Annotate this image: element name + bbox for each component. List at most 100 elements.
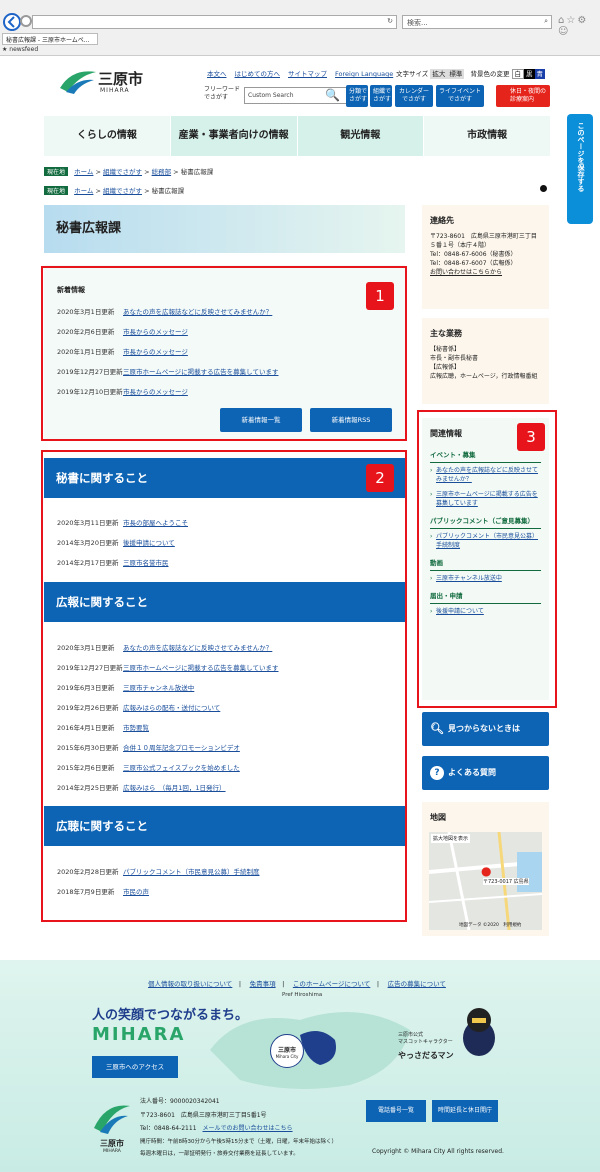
bg-blue-button[interactable]: 青	[534, 69, 546, 79]
city-label: 三原市	[277, 1047, 296, 1054]
item-link[interactable]: 市長の部屋へようこそ	[123, 519, 188, 527]
item-link[interactable]: あなたの声を広報誌などに反映させてみませんか？	[123, 644, 272, 652]
list-item: 2014年2月25日更新 広報みはら （毎月1回，1日発行）	[57, 782, 226, 792]
browser-tab[interactable]: 秘書広報課 - 三原市ホームペ...	[2, 33, 98, 45]
refresh-icon[interactable]: ↻	[387, 17, 393, 25]
breadcrumb-alt-org[interactable]: 組織でさがす	[103, 187, 142, 195]
link-beginner[interactable]: はじめての方へ	[235, 70, 281, 78]
news-list-button[interactable]: 新着情報一覧	[220, 408, 302, 432]
breadcrumb-home[interactable]: ホーム	[74, 168, 93, 176]
item-link[interactable]: 市民の声	[123, 888, 149, 896]
breadcrumb-alt-label: 現在地	[44, 186, 69, 195]
not-found-button[interactable]: 🔍︎ 見つからないときは	[422, 712, 549, 746]
item-link[interactable]: 三原市チャンネル放送中	[123, 684, 194, 692]
item-link[interactable]: 広報みはら （毎月1回，1日発行）	[123, 784, 226, 792]
item-date: 2016年4月1日更新	[57, 724, 115, 732]
link-skip[interactable]: 本文へ	[207, 70, 227, 78]
text-size-control: 文字サイズ 拡大 標準 背景色の変更 白黒青	[396, 68, 546, 79]
corp-number: 法人番号：9000020342041	[140, 1098, 220, 1105]
breadcrumb-org[interactable]: 組織でさがす	[103, 168, 142, 176]
logo-text[interactable]: 三原市	[98, 68, 143, 89]
item-link[interactable]: 三原市ホームページに掲載する広告を募集しています	[123, 664, 278, 672]
item-link[interactable]: 合併１０周年記念プロモーションビデオ	[123, 744, 240, 752]
link-foreign[interactable]: Foreign Language	[335, 70, 393, 78]
footer-link-privacy[interactable]: 個人情報の取り扱いについて	[148, 980, 232, 988]
back-icon[interactable]	[3, 13, 21, 31]
map-enlarge[interactable]: 拡大地図を表示	[431, 834, 471, 843]
list-item: 2015年6月30日更新 合併１０周年記念プロモーションビデオ	[57, 742, 240, 752]
duties-line: 【秘書係】	[430, 346, 461, 353]
bg-black-button[interactable]: 黒	[524, 69, 535, 79]
hiroshima-map: Pref Hiroshima 三原市 Mihara City	[200, 990, 420, 1100]
footer-hours2: 毎週木曜日は，一部証明発行・旅券交付業務を延長しています。	[140, 1151, 299, 1157]
favorites-bar[interactable]: ★ newsfeed	[2, 46, 38, 53]
close-icon[interactable]	[540, 185, 547, 192]
item-link[interactable]: 広報みはらの配布・送付について	[123, 704, 220, 712]
breadcrumb-dept[interactable]: 総務部	[152, 168, 172, 176]
extended-hours-button[interactable]: 時間延長と休日開庁	[432, 1100, 498, 1122]
org-search-button[interactable]: 組織で さがす	[370, 85, 392, 107]
life-event-button[interactable]: ライフイベント でさがす	[436, 85, 484, 107]
footer-link-ads[interactable]: 広告の募集について	[388, 980, 446, 988]
link-sitemap[interactable]: サイトマップ	[288, 70, 327, 78]
text-size-label: 文字サイズ	[396, 70, 429, 78]
footer-mail-link[interactable]: メールでのお問い合わせはこちら	[203, 1125, 293, 1132]
footer-hours: 開庁時間：午前8時30分から午後5時15分まで（土曜，日曜，年末年始は除く）	[140, 1139, 337, 1145]
nav-living[interactable]: くらしの情報	[44, 116, 171, 156]
news-link[interactable]: 三原市ホームページに掲載する広告を募集しています	[123, 368, 278, 376]
clinic-button[interactable]: 休日・夜間の 診療案内	[496, 85, 550, 107]
marker-2: 2	[366, 464, 394, 492]
item-link[interactable]: 市勢要覧	[123, 724, 149, 732]
save-page-tab[interactable]: このページを保存する	[567, 114, 593, 224]
list-item: 2014年2月17日更新 三原市名誉市民	[57, 557, 169, 567]
list-item: 2016年4月1日更新 市勢要覧	[57, 722, 149, 732]
news-link[interactable]: あなたの声を広報誌などに反映させてみませんか？	[123, 308, 272, 316]
news-link[interactable]: 市長からのメッセージ	[123, 348, 188, 356]
size-std-button[interactable]: 標準	[447, 69, 465, 79]
faq-button[interactable]: ? よくある質問	[422, 756, 549, 790]
contact-link[interactable]: お問い合わせはこちらから	[422, 268, 549, 277]
forward-icon[interactable]	[20, 15, 32, 27]
news-heading: 新着情報	[57, 286, 85, 294]
favorite-item[interactable]: newsfeed	[9, 46, 38, 53]
item-link[interactable]: 三原市公式フェイスブックを始めました	[123, 764, 240, 772]
phone-list-button[interactable]: 電話番号一覧	[366, 1100, 426, 1122]
browser-chrome: ↻ 検索... ⌕ ⌂☆⚙☺ 秘書広報課 - 三原市ホームペ... ★ newsf…	[0, 0, 600, 56]
list-item: 2018年7月9日更新 市民の声	[57, 886, 149, 896]
news-rss-button[interactable]: 新着情報RSS	[310, 408, 392, 432]
footer-link-disclaimer[interactable]: 免責事項	[250, 980, 276, 988]
nav-government[interactable]: 市政情報	[424, 116, 550, 156]
calendar-search-button[interactable]: カレンダー でさがす	[395, 85, 433, 107]
list-item: 2020年3月11日更新 市長の部屋へようこそ	[57, 517, 188, 527]
logo-icon[interactable]	[58, 66, 98, 96]
nav-business[interactable]: 産業・事業者向けの情報	[171, 116, 298, 156]
news-row: 2019年12月10日更新市長からのメッセージ	[57, 386, 188, 396]
item-link[interactable]: 後援申請について	[123, 539, 175, 547]
logo-sub: MIHARA	[100, 87, 130, 94]
list-item: 2020年2月28日更新 パブリックコメント（市民意見公募）手続制度	[57, 866, 260, 876]
map-embed[interactable]: 拡大地図を表示 ● 〒723-0017 広島県 地図データ ©2020 利用規約	[429, 832, 542, 930]
news-link[interactable]: 市長からのメッセージ	[123, 328, 188, 336]
mascot-icon	[458, 1004, 500, 1058]
magnifier-icon: 🔍︎	[430, 722, 444, 735]
bg-white-button[interactable]: 白	[511, 69, 525, 79]
news-link[interactable]: 市長からのメッセージ	[123, 388, 188, 396]
bg-label: 背景色の変更	[470, 70, 510, 78]
news-date: 2019年12月10日更新	[57, 388, 123, 396]
item-link[interactable]: 三原市名誉市民	[123, 559, 169, 567]
address-bar[interactable]: ↻	[32, 15, 397, 29]
search-icon[interactable]: ⌕	[544, 17, 548, 26]
city-sub: Mihara City	[275, 1054, 299, 1059]
search-submit-icon[interactable]: 🔍	[325, 88, 340, 102]
nav-tourism[interactable]: 観光情報	[298, 116, 425, 156]
toolbar-icons[interactable]: ⌂☆⚙☺	[558, 15, 600, 37]
item-link[interactable]: パブリックコメント（市民意見公募）手続制度	[123, 868, 260, 876]
browser-search[interactable]: 検索... ⌕	[402, 15, 552, 29]
item-date: 2019年6月3日更新	[57, 684, 115, 692]
footer-link-about[interactable]: このホームページについて	[293, 980, 370, 988]
access-button[interactable]: 三原市へのアクセス	[92, 1056, 178, 1078]
size-big-button[interactable]: 拡大	[430, 69, 448, 79]
breadcrumb-alt-home[interactable]: ホーム	[74, 187, 93, 195]
field-search-button[interactable]: 分類で さがす	[346, 85, 368, 107]
item-date: 2019年12月27日更新	[57, 664, 123, 672]
